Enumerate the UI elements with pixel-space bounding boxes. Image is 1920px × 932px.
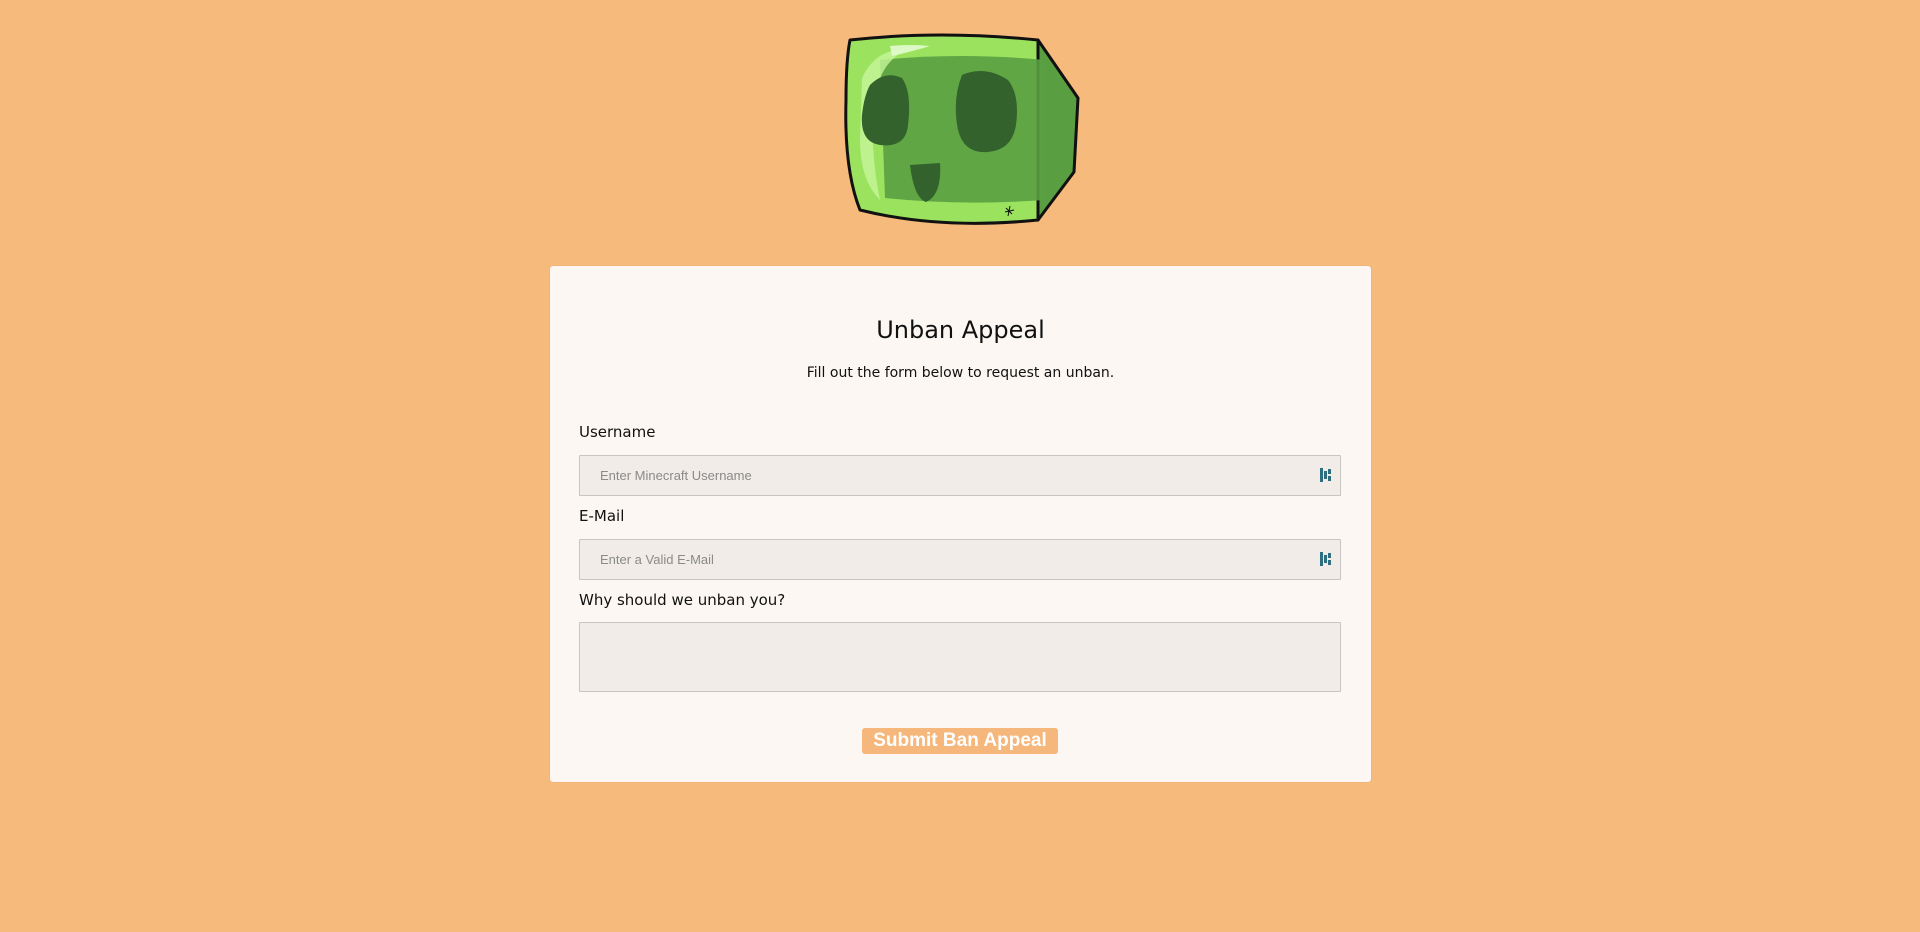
username-label: Username: [579, 423, 656, 441]
password-manager-icon[interactable]: [1320, 468, 1333, 482]
page-title: Unban Appeal: [876, 316, 1045, 344]
logo: [840, 30, 1080, 230]
email-label: E-Mail: [579, 507, 625, 525]
reason-label: Why should we unban you?: [579, 591, 786, 609]
password-manager-icon[interactable]: [1320, 552, 1333, 566]
reason-textarea[interactable]: [579, 622, 1341, 692]
username-field-wrap: [550, 455, 1371, 496]
email-input[interactable]: [579, 539, 1341, 580]
submit-appeal-button[interactable]: Submit Ban Appeal: [862, 728, 1058, 754]
appeal-form-card: Unban Appeal Fill out the form below to …: [550, 266, 1371, 782]
page-subtitle: Fill out the form below to request an un…: [806, 365, 1115, 381]
email-field-wrap: [550, 539, 1371, 580]
username-input[interactable]: [579, 455, 1341, 496]
slime-cube-icon: [844, 33, 1080, 225]
